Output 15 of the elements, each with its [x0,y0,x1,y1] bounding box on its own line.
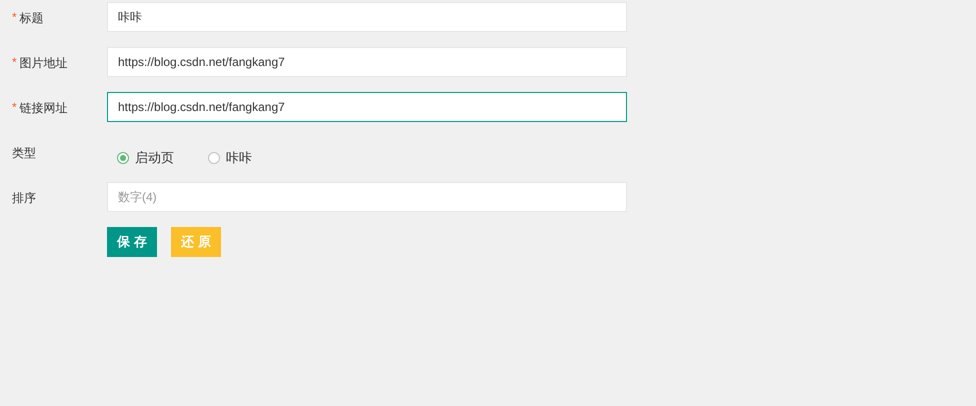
required-mark: * [12,10,17,26]
input-field[interactable]: 数字(4) [107,182,627,212]
input-field[interactable]: 咔咔 [107,2,627,32]
field-label: 图片地址 [20,55,68,72]
required-mark: * [12,55,17,71]
radio-option[interactable]: 启动页 [117,149,174,167]
input-field[interactable]: https://blog.csdn.net/fangkang7 [107,47,627,77]
field-label: 类型 [12,145,36,162]
save-button[interactable]: 保存 [107,227,157,257]
required-mark: * [12,100,17,116]
field-label: 排序 [12,190,36,207]
input-field[interactable]: https://blog.csdn.net/fangkang7 [107,92,627,122]
field-label: 链接网址 [20,100,68,117]
radio-option[interactable]: 咔咔 [208,149,252,167]
field-label: 标题 [20,10,44,27]
